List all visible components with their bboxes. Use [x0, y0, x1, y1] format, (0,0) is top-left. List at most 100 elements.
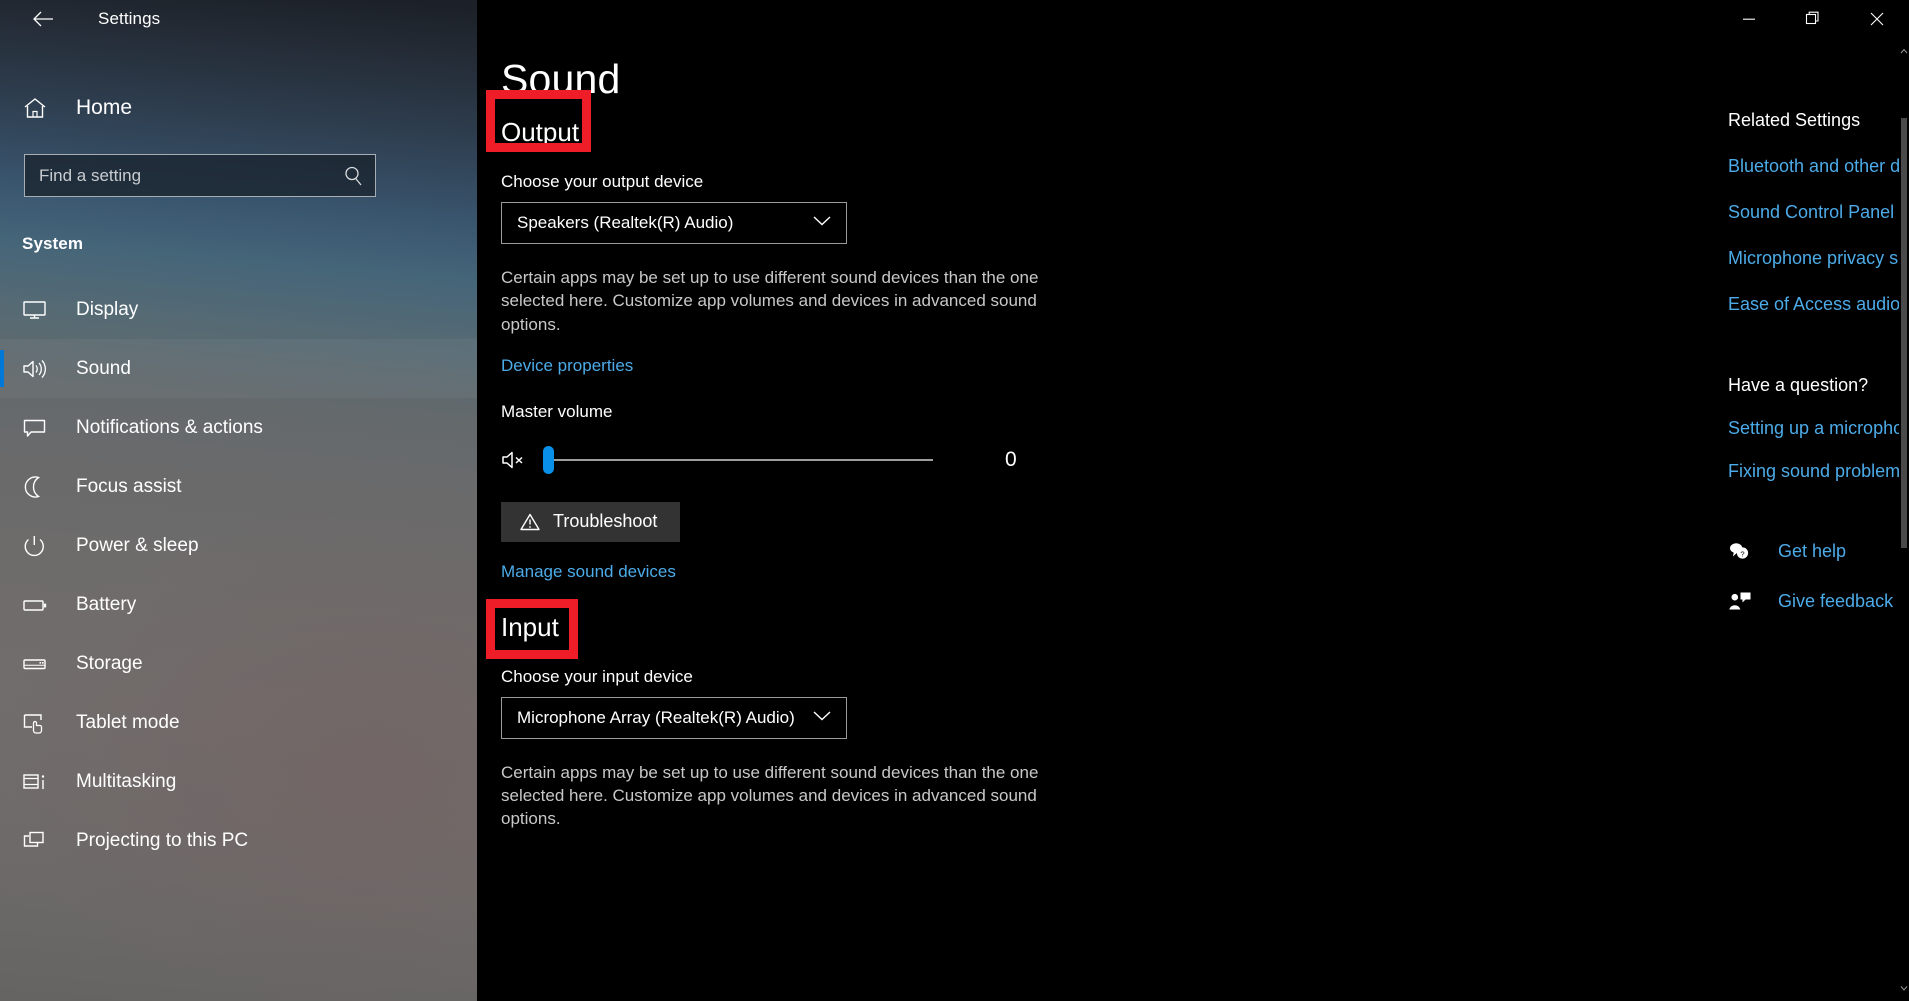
chevron-down-icon [1900, 986, 1908, 991]
give-feedback-label: Give feedback [1778, 590, 1894, 611]
output-device-label: Choose your output device [501, 172, 704, 191]
feedback-icon [1728, 590, 1760, 612]
chevron-up-icon [1900, 48, 1908, 54]
help-bubble-icon: ? [1728, 540, 1760, 562]
window-controls [1717, 0, 1909, 38]
speaker-icon [22, 358, 64, 380]
settings-window: Settings Home System [0, 0, 1909, 1001]
sidebar-item-display[interactable]: Display [0, 280, 477, 339]
sidebar-group-label: System [22, 234, 84, 253]
minimize-icon [1743, 18, 1755, 20]
get-help-label: Get help [1778, 540, 1847, 561]
back-button[interactable] [20, 0, 66, 38]
master-volume-value: 0 [1005, 447, 1017, 471]
sidebar-item-storage-label: Storage [76, 652, 143, 674]
home-icon [22, 96, 64, 120]
master-volume-row: 0 [501, 442, 1561, 478]
related-settings-panel: Related Settings Bluetooth and other dev… [1728, 0, 1909, 612]
troubleshoot-button[interactable]: Troubleshoot [501, 501, 681, 542]
sidebar-item-storage[interactable]: Storage [0, 634, 477, 693]
project-icon [22, 829, 64, 853]
input-device-select[interactable]: Microphone Array (Realtek(R) Audio) [501, 696, 847, 739]
drive-icon [22, 654, 64, 674]
battery-icon [22, 595, 64, 615]
main-content: Sound Output Choose your output device S… [477, 0, 1909, 1001]
sidebar-item-sound[interactable]: Sound [0, 339, 477, 398]
manage-sound-devices-link[interactable]: Manage sound devices [501, 562, 676, 582]
chevron-down-icon [812, 214, 832, 232]
sidebar-item-display-label: Display [76, 298, 139, 320]
settings-page: Sound Output Choose your output device S… [486, 0, 1561, 831]
sidebar-titlebar: Settings [0, 0, 477, 38]
input-description: Certain apps may be set up to use differ… [501, 762, 1039, 829]
sidebar-item-projecting-label: Projecting to this PC [76, 829, 249, 851]
multitask-icon [22, 770, 64, 794]
sidebar-item-notifications-label: Notifications & actions [76, 416, 263, 438]
master-volume-slider[interactable] [543, 442, 933, 478]
related-link-ease-of-access[interactable]: Ease of Access audio settings [1728, 294, 1909, 315]
get-help-item[interactable]: ? Get help [1728, 540, 1909, 562]
input-device-label: Choose your input device [501, 666, 693, 686]
output-heading: Output [501, 117, 580, 147]
sidebar-item-power-sleep-label: Power & sleep [76, 534, 199, 556]
sidebar-item-tablet-mode-label: Tablet mode [76, 711, 180, 733]
sidebar-nav: Display Sound Notifications & actions Fo… [0, 280, 477, 870]
page-title: Sound [501, 56, 621, 102]
search-input[interactable] [25, 155, 333, 196]
output-device-value: Speakers (Realtek(R) Audio) [517, 213, 734, 232]
tablet-icon [22, 711, 64, 735]
related-settings-heading: Related Settings [1728, 110, 1861, 130]
monitor-icon [22, 299, 64, 321]
sidebar-item-notifications[interactable]: Notifications & actions [0, 398, 477, 457]
chat-icon [22, 417, 64, 439]
warning-triangle-icon [519, 512, 541, 532]
scroll-up-button[interactable] [1899, 44, 1909, 58]
sidebar-item-projecting[interactable]: Projecting to this PC [0, 811, 477, 870]
master-volume-label: Master volume [501, 401, 613, 421]
sidebar-item-battery[interactable]: Battery [0, 575, 477, 634]
restore-icon [1805, 11, 1819, 25]
sidebar-item-tablet-mode[interactable]: Tablet mode [0, 693, 477, 752]
maximize-button[interactable] [1781, 0, 1845, 38]
sidebar-item-focus-assist-label: Focus assist [76, 475, 182, 497]
slider-track [543, 458, 933, 461]
sidebar-item-home[interactable]: Home [0, 86, 477, 130]
related-link-microphone-privacy[interactable]: Microphone privacy settings [1728, 248, 1909, 269]
vertical-scrollbar[interactable] [1899, 38, 1909, 1001]
related-link-bluetooth[interactable]: Bluetooth and other devices [1728, 156, 1909, 177]
give-feedback-item[interactable]: Give feedback [1728, 590, 1909, 612]
device-properties-link[interactable]: Device properties [501, 356, 633, 376]
power-icon [22, 534, 64, 558]
input-heading: Input [501, 611, 559, 642]
search-box[interactable] [24, 154, 376, 197]
slider-thumb[interactable] [543, 445, 554, 474]
output-device-select[interactable]: Speakers (Realtek(R) Audio) [501, 202, 847, 244]
back-arrow-icon [33, 11, 53, 27]
window-title: Settings [98, 9, 161, 28]
svg-text:?: ? [1740, 549, 1744, 558]
have-a-question-heading: Have a question? [1728, 375, 1869, 395]
sidebar-item-power-sleep[interactable]: Power & sleep [0, 516, 477, 575]
output-description: Certain apps may be set up to use differ… [501, 268, 1039, 334]
input-device-value: Microphone Array (Realtek(R) Audio) [517, 707, 795, 727]
sidebar-item-sound-label: Sound [76, 357, 131, 379]
sidebar-item-battery-label: Battery [76, 593, 137, 615]
minimize-button[interactable] [1717, 0, 1781, 38]
sidebar: Settings Home System [0, 0, 477, 1001]
related-link-sound-control-panel[interactable]: Sound Control Panel [1728, 202, 1909, 223]
sidebar-item-multitasking-label: Multitasking [76, 770, 177, 792]
close-button[interactable] [1845, 0, 1909, 38]
sidebar-item-multitasking[interactable]: Multitasking [0, 752, 477, 811]
sidebar-item-focus-assist[interactable]: Focus assist [0, 457, 477, 516]
chevron-down-icon [812, 709, 832, 727]
scroll-down-button[interactable] [1899, 981, 1909, 995]
search-icon[interactable] [333, 155, 375, 196]
sidebar-item-home-label: Home [76, 96, 133, 119]
speaker-muted-icon[interactable] [501, 445, 537, 475]
question-link-fixing-sound-problems[interactable]: Fixing sound problems [1728, 461, 1909, 482]
troubleshoot-label: Troubleshoot [553, 511, 658, 532]
moon-icon [22, 475, 64, 499]
scrollbar-thumb[interactable] [1901, 118, 1907, 548]
question-link-setting-up-microphone[interactable]: Setting up a microphone [1728, 418, 1909, 439]
close-icon [1870, 12, 1884, 26]
